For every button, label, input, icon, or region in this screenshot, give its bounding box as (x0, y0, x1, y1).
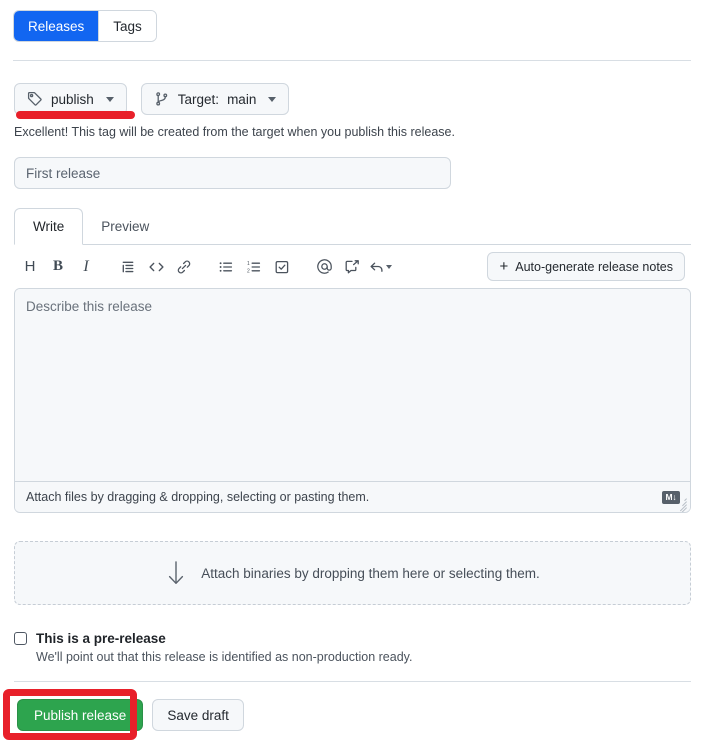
unordered-list-icon[interactable] (212, 253, 240, 281)
tag-select-button[interactable]: publish (14, 83, 127, 115)
prerelease-description: We'll point out that this release is ide… (36, 650, 413, 664)
markdown-icon: M↓ (662, 490, 680, 504)
auto-generate-release-notes-button[interactable]: + Auto-generate release notes (487, 252, 685, 281)
header-divider (13, 60, 691, 61)
target-select-label: Target: (177, 91, 220, 107)
down-arrow-icon (165, 559, 187, 587)
bold-glyph: B (52, 258, 63, 274)
publish-release-button[interactable]: Publish release (17, 699, 144, 731)
description-box: Attach files by dragging & dropping, sel… (14, 288, 691, 513)
attach-binaries-label: Attach binaries by dropping them here or… (201, 565, 540, 581)
ordered-list-icon[interactable]: 1 2 (240, 253, 268, 281)
code-icon[interactable] (142, 253, 170, 281)
plus-icon: + (499, 258, 509, 275)
tab-tags-label: Tags (113, 18, 142, 34)
prerelease-section: This is a pre-release We'll point out th… (14, 631, 691, 664)
release-form-page: Releases Tags publish Target: main Excel… (0, 0, 705, 746)
attach-files-hint: Attach files by dragging & dropping, sel… (26, 490, 370, 504)
editor-tabs: Write Preview (14, 206, 691, 245)
target-select-button[interactable]: Target: main (140, 83, 290, 115)
heading-icon[interactable]: H (16, 253, 44, 281)
quote-icon[interactable] (114, 253, 142, 281)
tag-icon (27, 91, 43, 107)
actions-divider (14, 681, 691, 682)
tab-preview-label: Preview (101, 219, 150, 234)
tab-write[interactable]: Write (14, 208, 84, 245)
italic-icon[interactable]: I (72, 253, 100, 281)
prerelease-label[interactable]: This is a pre-release (36, 631, 166, 646)
chevron-down-icon (385, 264, 392, 269)
svg-text:2: 2 (247, 268, 250, 274)
mention-icon[interactable] (310, 253, 338, 281)
tab-tags[interactable]: Tags (99, 11, 156, 41)
release-description-editor: Write Preview H B I 1 2 + Auto-generate … (14, 206, 691, 513)
markdown-toolbar: H B I 1 2 + Auto-generate release notes (14, 245, 691, 288)
tab-preview[interactable]: Preview (83, 208, 167, 245)
svg-text:1: 1 (247, 260, 250, 266)
release-title-input[interactable] (14, 157, 451, 189)
save-draft-button[interactable]: Save draft (152, 699, 244, 731)
saved-replies-icon[interactable] (366, 253, 394, 281)
tab-releases-label: Releases (28, 18, 85, 34)
publish-release-label: Publish release (34, 707, 127, 723)
chevron-down-icon (268, 96, 277, 102)
prerelease-checkbox[interactable] (14, 632, 27, 645)
save-draft-label: Save draft (167, 707, 229, 723)
heading-glyph: H (24, 258, 36, 275)
italic-glyph: I (83, 257, 89, 275)
reference-icon[interactable] (338, 253, 366, 281)
task-list-icon[interactable] (268, 253, 296, 281)
tag-helper-note: Excellent! This tag will be created from… (14, 125, 455, 139)
prerelease-row: This is a pre-release (14, 631, 691, 646)
tag-target-row: publish Target: main (14, 83, 290, 115)
releases-tags-tabs: Releases Tags (13, 10, 157, 42)
chevron-down-icon (105, 96, 114, 102)
release-description-textarea[interactable] (15, 289, 690, 481)
tab-releases[interactable]: Releases (14, 11, 100, 41)
link-icon[interactable] (170, 253, 198, 281)
auto-generate-label: Auto-generate release notes (515, 259, 673, 274)
attach-binaries-dropzone[interactable]: Attach binaries by dropping them here or… (14, 541, 691, 605)
attach-files-bar[interactable]: Attach files by dragging & dropping, sel… (15, 481, 690, 512)
tab-write-label: Write (33, 219, 65, 234)
tag-select-label: publish (51, 91, 94, 107)
git-branch-icon (154, 91, 170, 107)
target-select-value: main (227, 91, 257, 107)
form-actions: Publish release Save draft (17, 699, 244, 731)
bold-icon[interactable]: B (44, 253, 72, 281)
